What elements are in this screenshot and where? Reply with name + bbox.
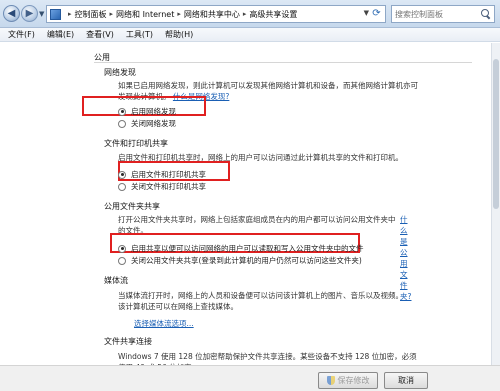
control-panel-icon [50,9,61,20]
save-changes-label: 保存修改 [337,376,370,385]
menu-help[interactable]: 帮助(H) [165,29,193,40]
network-discovery-off-label: 关闭网络发现 [131,119,176,128]
breadcrumb-separator-icon[interactable]: ▸ [243,10,247,18]
public-folder-sharing-off-option[interactable]: 关闭公用文件夹共享(登录到此计算机的用户仍然可以访问这些文件夹) [118,255,362,266]
public-folder-help-link[interactable]: 什么是公用文件夹? [400,214,414,302]
settings-content: 公用 网络发现 如果已启用网络发现，则此计算机可以发现其他网络计算机和设备，而其… [0,43,500,365]
network-discovery-on-option[interactable]: 启用网络发现 [118,106,176,117]
breadcrumb-network-internet[interactable]: 网络和 Internet [116,9,174,20]
network-discovery-off-option[interactable]: 关闭网络发现 [118,118,176,129]
uac-shield-icon [326,376,335,385]
button-bar: 保存修改 取消 [0,365,500,391]
file-sharing-connections-title: 文件共享连接 [104,337,152,346]
breadcrumb-control-panel[interactable]: 控制面板 [75,9,107,20]
public-folder-sharing-on-radio[interactable] [118,244,126,253]
save-changes-button[interactable]: 保存修改 [318,372,378,389]
public-folder-sharing-off-label: 关闭公用文件夹共享(登录到此计算机的用户仍然可以访问这些文件夹) [131,256,362,265]
cancel-label: 取消 [398,376,414,385]
public-folder-sharing-title: 公用文件夹共享 [104,202,160,211]
public-folder-sharing-on-label: 启用共享以便可以访问网络的用户可以读取和写入公用文件夹中的文件 [131,244,364,253]
media-streaming-description: 当媒体流打开时，网络上的人员和设备便可以访问该计算机上的图片、音乐以及视频。该计… [118,291,403,311]
breadcrumb-separator-icon[interactable]: ▸ [177,10,181,18]
search-input[interactable] [395,8,477,20]
media-streaming-options-link[interactable]: 选择媒体流选项... [134,318,194,329]
network-discovery-title: 网络发现 [104,68,136,77]
recent-pages-chevron-icon[interactable]: ▼ [39,10,44,18]
media-streaming-title: 媒体流 [104,276,128,285]
vertical-scrollbar[interactable] [491,43,500,365]
breadcrumb-separator-icon[interactable]: ▸ [110,10,114,18]
breadcrumb[interactable]: ▸ 控制面板 ▸ 网络和 Internet ▸ 网络和共享中心 ▸ 高级共享设置… [46,5,386,23]
cancel-button[interactable]: 取消 [384,372,428,389]
network-discovery-off-radio[interactable] [118,119,126,128]
public-folder-sharing-off-radio[interactable] [118,256,126,265]
file-printer-sharing-title: 文件和打印机共享 [104,139,168,148]
forward-arrow-icon: ▶ [25,8,34,19]
breadcrumb-separator-icon[interactable]: ▸ [68,10,72,18]
menu-view[interactable]: 查看(V) [86,29,114,40]
scrollbar-thumb[interactable] [493,59,499,209]
address-bar: ◀ ▶ ▼ ▸ 控制面板 ▸ 网络和 Internet ▸ 网络和共享中心 ▸ … [0,0,500,28]
profile-divider [94,62,472,63]
file-printer-sharing-on-radio[interactable] [118,170,126,179]
search-icon[interactable] [479,7,492,20]
menu-edit[interactable]: 编辑(E) [47,29,74,40]
search-box[interactable] [391,5,495,23]
public-folder-sharing-on-option[interactable]: 启用共享以便可以访问网络的用户可以读取和写入公用文件夹中的文件 [118,243,364,254]
file-printer-sharing-on-label: 启用文件和打印机共享 [131,170,206,179]
forward-button[interactable]: ▶ [21,5,38,22]
address-dropdown-chevron-icon[interactable]: ▼ [364,9,369,17]
file-sharing-connections-description: Windows 7 使用 128 位加密帮助保护文件共享连接。某些设备不支持 1… [118,352,417,365]
network-discovery-on-radio[interactable] [118,107,126,116]
breadcrumb-network-sharing-center[interactable]: 网络和共享中心 [184,9,240,20]
file-printer-sharing-off-radio[interactable] [118,182,126,191]
menu-bar: 文件(F) 编辑(E) 查看(V) 工具(T) 帮助(H) [0,28,500,42]
breadcrumb-advanced-sharing[interactable]: 高级共享设置 [249,9,297,20]
menu-tools[interactable]: 工具(T) [126,29,153,40]
back-button[interactable]: ◀ [3,5,20,22]
menu-file[interactable]: 文件(F) [8,29,35,40]
network-discovery-on-label: 启用网络发现 [131,107,176,116]
file-printer-sharing-off-label: 关闭文件和打印机共享 [131,182,206,191]
file-printer-sharing-on-option[interactable]: 启用文件和打印机共享 [118,169,206,180]
refresh-icon[interactable]: ⟳ [370,7,383,20]
back-arrow-icon: ◀ [7,8,16,19]
file-printer-sharing-off-option[interactable]: 关闭文件和打印机共享 [118,181,206,192]
